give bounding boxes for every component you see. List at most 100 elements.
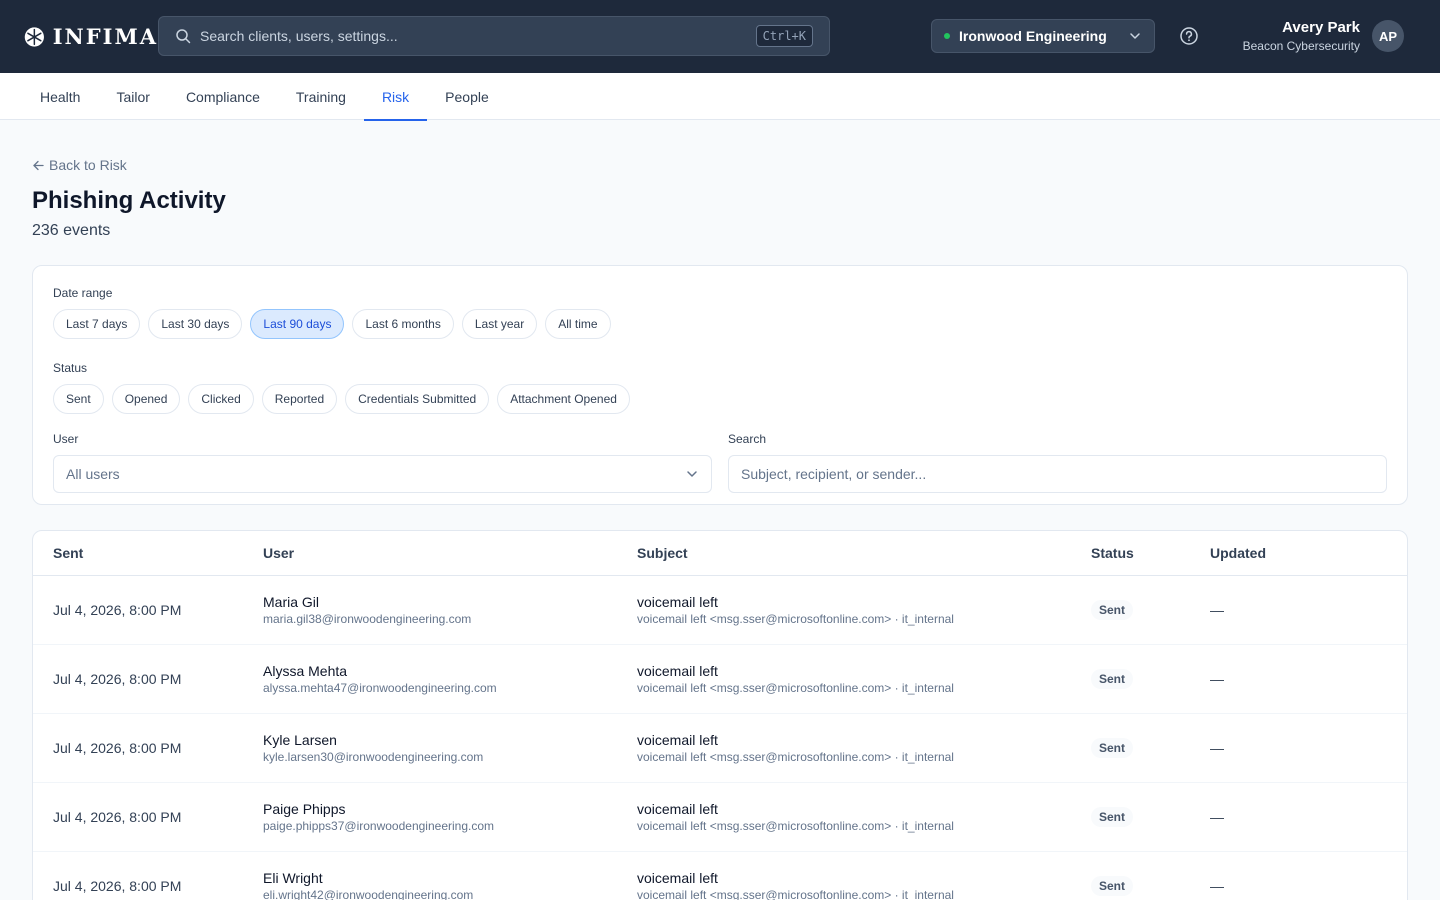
org-selector[interactable]: Ironwood Engineering xyxy=(931,19,1155,53)
table-header: Sent User Subject Status Updated xyxy=(33,531,1407,576)
search-filter-label: Search xyxy=(728,431,767,446)
cell-user-email: eli.wright42@ironwoodengineering.com xyxy=(263,887,474,900)
user-filter-value: All users xyxy=(66,465,120,482)
date-range-chips: Last 7 days Last 30 days Last 90 days La… xyxy=(53,308,1387,339)
cell-updated: — xyxy=(1210,670,1224,687)
date-chip-7-days[interactable]: Last 7 days xyxy=(53,308,141,339)
table-row[interactable]: Jul 4, 2026, 8:00 PM Alyssa Mehta alyssa.… xyxy=(33,645,1407,714)
status-badge: Sent xyxy=(1091,668,1134,689)
cell-subject-detail: voicemail left <msg.sser@microsoftonline… xyxy=(637,818,954,833)
cell-user-name: Eli Wright xyxy=(263,869,323,886)
search-filter-input[interactable]: Subject, recipient, or sender... xyxy=(728,454,1387,493)
chevron-down-icon xyxy=(1130,33,1140,39)
cell-subject: voicemail left xyxy=(637,593,718,610)
chevron-down-icon xyxy=(687,470,697,477)
cell-user-name: Kyle Larsen xyxy=(263,731,337,748)
logo-snowflake-icon xyxy=(24,26,44,47)
back-link[interactable]: Back to Risk xyxy=(32,157,127,173)
back-link-label: Back to Risk xyxy=(49,157,127,173)
search-icon xyxy=(176,29,191,44)
table-row[interactable]: Jul 4, 2026, 8:00 PM Maria Gil maria.gil3… xyxy=(33,576,1407,645)
cell-subject: voicemail left xyxy=(637,800,718,817)
date-chip-90-days[interactable]: Last 90 days xyxy=(250,308,345,339)
org-status-dot xyxy=(944,33,950,39)
status-chip-opened[interactable]: Opened xyxy=(111,383,181,414)
status-chip-attachment-opened[interactable]: Attachment Opened xyxy=(497,383,630,414)
cell-user-name: Maria Gil xyxy=(263,593,320,610)
tab-tailor[interactable]: Tailor xyxy=(98,73,167,120)
status-chip-reported[interactable]: Reported xyxy=(261,383,338,414)
cell-subject-detail: voicemail left <msg.sser@microsoftonline… xyxy=(637,611,954,626)
cell-subject-detail: voicemail left <msg.sser@microsoftonline… xyxy=(637,749,954,764)
search-shortcut: Ctrl+K xyxy=(755,25,813,47)
table-row[interactable]: Jul 4, 2026, 8:00 PM Kyle Larsen kyle.lar… xyxy=(33,714,1407,783)
cell-subject-detail: voicemail left <msg.sser@microsoftonline… xyxy=(637,680,954,695)
cell-sent: Jul 4, 2026, 8:00 PM xyxy=(53,670,182,687)
logo[interactable]: INFIMA xyxy=(24,23,158,51)
user-filter-label: User xyxy=(53,431,79,446)
brand-name: INFIMA xyxy=(52,24,158,49)
status-chip-credentials-submitted[interactable]: Credentials Submitted xyxy=(345,383,490,414)
user-org: Beacon Cybersecurity xyxy=(1242,39,1360,53)
header-user[interactable]: User xyxy=(263,545,637,561)
status-chip-sent[interactable]: Sent xyxy=(53,383,104,414)
table-row[interactable]: Jul 4, 2026, 8:00 PM Paige Phipps paige.p… xyxy=(33,783,1407,852)
header-sent[interactable]: Sent xyxy=(33,545,263,561)
help-icon[interactable] xyxy=(1178,25,1200,47)
status-badge: Sent xyxy=(1091,875,1134,896)
tab-compliance[interactable]: Compliance xyxy=(168,73,278,120)
nav-tabs: Health Tailor Compliance Training Risk P… xyxy=(0,73,1440,121)
user-info[interactable]: Avery Park Beacon Cybersecurity xyxy=(1243,18,1360,54)
search-filter-placeholder: Subject, recipient, or sender... xyxy=(741,465,927,482)
status-badge: Sent xyxy=(1091,737,1134,758)
avatar[interactable]: AP xyxy=(1372,20,1404,52)
cell-sent: Jul 4, 2026, 8:00 PM xyxy=(53,877,182,894)
tab-training[interactable]: Training xyxy=(278,73,364,120)
cell-subject-detail: voicemail left <msg.sser@microsoftonline… xyxy=(637,887,954,900)
cell-user-name: Paige Phipps xyxy=(263,800,346,817)
date-chip-6-months[interactable]: Last 6 months xyxy=(352,308,454,339)
status-chip-clicked[interactable]: Clicked xyxy=(188,383,254,414)
cell-user-name: Alyssa Mehta xyxy=(263,662,348,679)
cell-sent: Jul 4, 2026, 8:00 PM xyxy=(53,601,182,618)
cell-user-email: kyle.larsen30@ironwoodengineering.com xyxy=(263,749,484,764)
status-badge: Sent xyxy=(1091,599,1134,620)
global-search[interactable]: Search clients, users, settings... Ctrl+… xyxy=(158,16,830,56)
cell-subject: voicemail left xyxy=(637,662,718,679)
cell-user-email: alyssa.mehta47@ironwoodengineering.com xyxy=(263,680,497,695)
cell-subject: voicemail left xyxy=(637,731,718,748)
date-chip-all-time[interactable]: All time xyxy=(545,308,611,339)
user-name: Avery Park xyxy=(1282,19,1360,36)
cell-user-email: maria.gil38@ironwoodengineering.com xyxy=(263,611,472,626)
tab-people[interactable]: People xyxy=(427,73,507,120)
cell-updated: — xyxy=(1210,739,1224,756)
tab-risk[interactable]: Risk xyxy=(363,73,428,121)
user-filter-select[interactable]: All users xyxy=(53,454,712,493)
status-chips: Sent Opened Clicked Reported Credentials… xyxy=(53,383,1387,414)
status-label: Status xyxy=(53,360,88,375)
events-table: Sent User Subject Status Updated Jul 4, … xyxy=(32,529,1408,900)
header-subject[interactable]: Subject xyxy=(637,545,1091,561)
arrow-left-icon xyxy=(33,160,44,170)
event-count: 236 events xyxy=(32,221,111,239)
filters-panel: Date range Last 7 days Last 30 days Last… xyxy=(32,264,1408,505)
tab-health[interactable]: Health xyxy=(22,73,98,120)
date-chip-last-year[interactable]: Last year xyxy=(461,308,538,339)
top-bar: INFIMA Search clients, users, settings..… xyxy=(0,0,1440,73)
status-badge: Sent xyxy=(1091,806,1134,827)
cell-updated: — xyxy=(1210,601,1224,618)
date-chip-30-days[interactable]: Last 30 days xyxy=(148,308,243,339)
table-row[interactable]: Jul 4, 2026, 8:00 PM Eli Wright eli.wrigh… xyxy=(33,852,1407,900)
cell-updated: — xyxy=(1210,808,1224,825)
cell-subject: voicemail left xyxy=(637,869,718,886)
cell-updated: — xyxy=(1210,877,1224,894)
header-status[interactable]: Status xyxy=(1091,545,1210,561)
cell-sent: Jul 4, 2026, 8:00 PM xyxy=(53,808,182,825)
search-placeholder: Search clients, users, settings... xyxy=(200,28,398,44)
header-updated[interactable]: Updated xyxy=(1210,545,1407,561)
cell-sent: Jul 4, 2026, 8:00 PM xyxy=(53,739,182,756)
date-range-label: Date range xyxy=(53,285,113,300)
main-content: Back to Risk Phishing Activity 236 event… xyxy=(0,120,1440,900)
page-title: Phishing Activity xyxy=(32,186,226,214)
cell-user-email: paige.phipps37@ironwoodengineering.com xyxy=(263,818,495,833)
